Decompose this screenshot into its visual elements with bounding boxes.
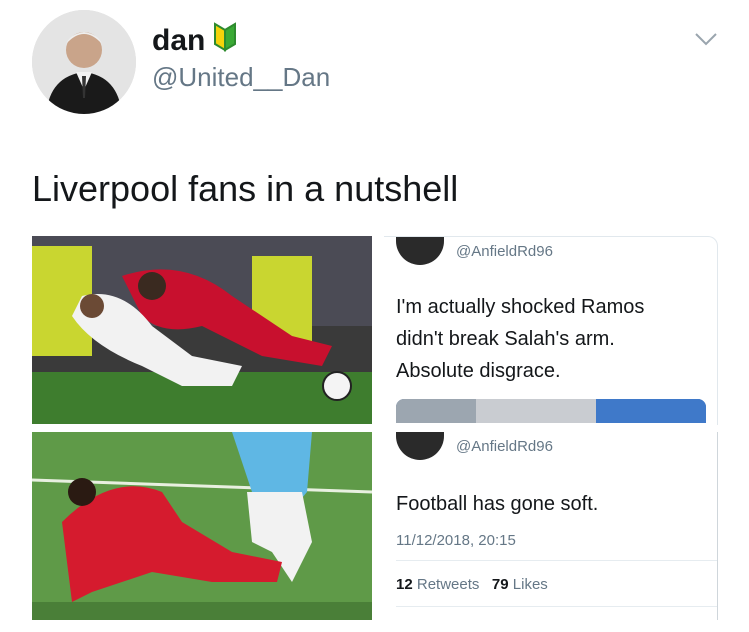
tackle-photo-van-dijk[interactable] [32,432,372,620]
profile-avatar[interactable] [32,10,136,114]
retweets-label[interactable]: Retweets [417,576,480,593]
divider [396,560,717,561]
quoted-text: I'm actually shocked Ramos didn't break … [396,291,644,387]
tweet-text: Liverpool fans in a nutshell [32,168,459,209]
engagement-stats: 12 Retweets 79 Likes [396,576,548,593]
avatar[interactable] [396,432,444,460]
quoted-text: Football has gone soft. [396,493,599,515]
display-name[interactable]: dan [152,24,205,58]
quoted-handle[interactable]: @AnfieldRd96 [456,438,553,455]
quoted-text-line: Absolute disgrace. [396,360,561,382]
divider [396,606,717,607]
quoted-tweet-card[interactable]: @AnfieldRd96 I'm actually shocked Ramos … [384,236,718,425]
quoted-text-line: didn't break Salah's arm. [396,328,615,350]
user-handle[interactable]: @United__Dan [152,62,330,93]
embedded-photo-strip[interactable] [396,399,706,423]
likes-label[interactable]: Likes [513,576,548,593]
tweet-timestamp[interactable]: 11/12/2018, 20:15 [396,532,516,549]
likes-count[interactable]: 79 [492,576,509,593]
quoted-text-line: I'm actually shocked Ramos [396,296,645,318]
avatar[interactable] [396,237,444,265]
display-name-row: dan [152,22,237,60]
quoted-handle[interactable]: @AnfieldRd96 [456,243,553,260]
retweets-count[interactable]: 12 [396,576,413,593]
tackle-photo-ramos-salah[interactable] [32,236,372,424]
chevron-down-icon[interactable] [694,30,718,50]
quoted-tweet-card[interactable]: @AnfieldRd96 Football has gone soft. 11/… [384,432,718,620]
beginner-shield-icon [213,22,237,60]
